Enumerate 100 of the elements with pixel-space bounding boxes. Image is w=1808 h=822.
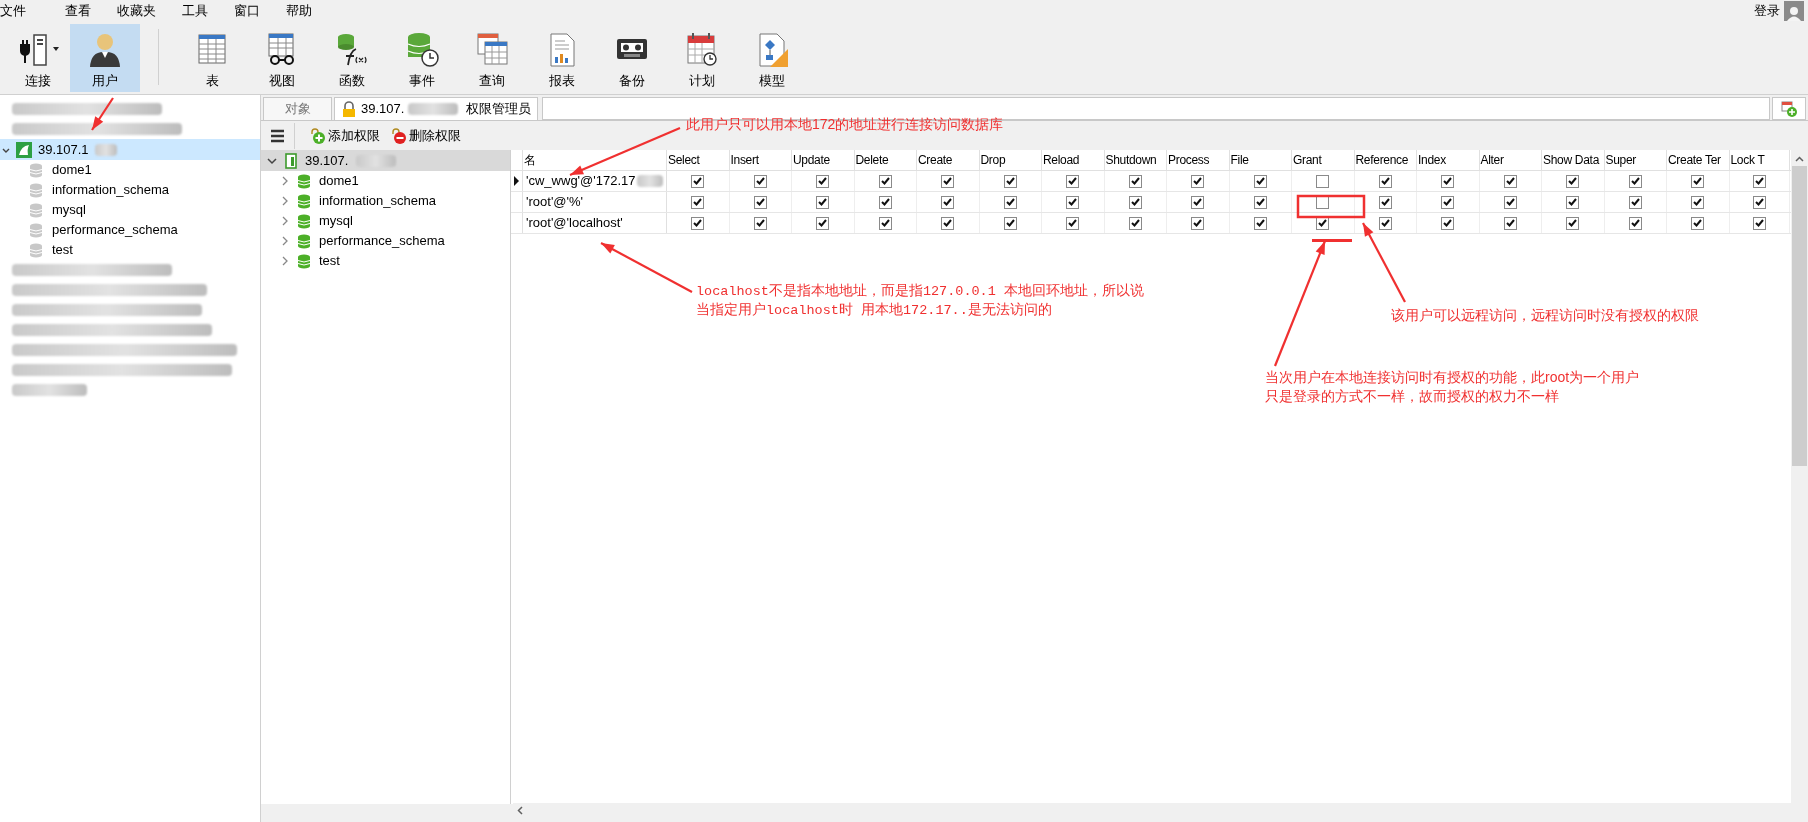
column-header[interactable]: Insert [729,150,792,170]
menu-item[interactable]: 文件 [0,1,26,21]
server-item[interactable]: 39.107. [261,150,510,171]
column-header[interactable]: Reload [1042,150,1105,170]
column-header[interactable]: Delete [854,150,917,170]
column-header[interactable]: Create Ter [1667,150,1730,170]
checkbox[interactable] [1441,216,1455,230]
column-header[interactable]: Select [667,150,730,170]
database-item[interactable]: information_schema [0,180,260,200]
checkbox[interactable] [1378,195,1392,209]
database-item[interactable]: test [0,240,260,260]
checkbox[interactable] [816,216,830,230]
checkbox[interactable] [1191,216,1205,230]
toolbar-button[interactable]: 表 [177,24,247,92]
database-item[interactable]: dome1 [0,160,260,180]
column-header[interactable]: Shutdown [1104,150,1167,170]
database-item[interactable]: performance_schema [0,220,260,240]
column-header[interactable]: Create [917,150,980,170]
user-cell[interactable]: 'root'@'localhost' [523,213,667,233]
checkbox[interactable] [941,195,955,209]
checkbox[interactable] [1316,174,1330,188]
checkbox[interactable] [1503,195,1517,209]
checkbox[interactable] [1628,174,1642,188]
toolbar-button[interactable]: 视图 [247,24,317,92]
database-item[interactable]: performance_schema [261,231,510,251]
checkbox[interactable] [1566,216,1580,230]
checkbox[interactable] [691,174,705,188]
checkbox[interactable] [1566,195,1580,209]
checkbox[interactable] [691,195,705,209]
scroll-up-icon[interactable] [1795,156,1804,162]
checkbox[interactable] [1378,216,1392,230]
toolbar-button[interactable]: 计划 [667,24,737,92]
checkbox[interactable] [1253,216,1267,230]
checkbox[interactable] [1066,216,1080,230]
column-header[interactable]: Drop [979,150,1042,170]
checkbox[interactable] [1503,216,1517,230]
toolbar-button[interactable]: 函数 [317,24,387,92]
checkbox[interactable] [1128,174,1142,188]
checkbox[interactable] [1752,216,1766,230]
connection-item[interactable]: 39.107.1 [0,139,260,160]
checkbox[interactable] [753,216,767,230]
add-table-button[interactable] [1772,97,1806,120]
add-privilege-button[interactable]: 添加权限 [309,125,380,146]
checkbox[interactable] [1691,216,1705,230]
column-header[interactable]: Lock T [1729,150,1790,170]
checkbox[interactable] [1003,216,1017,230]
checkbox[interactable] [1253,195,1267,209]
checkbox[interactable] [1003,195,1017,209]
checkbox[interactable] [878,216,892,230]
checkbox[interactable] [878,195,892,209]
column-header[interactable]: Alter [1479,150,1542,170]
menu-item[interactable]: 查看 [65,1,91,21]
login-link[interactable]: 登录 [1754,1,1780,21]
column-header[interactable]: Grant [1292,150,1355,170]
checkbox[interactable] [1752,195,1766,209]
toolbar-button[interactable]: 查询 [457,24,527,92]
menu-item[interactable]: 帮助 [286,1,312,21]
scroll-left-icon[interactable] [517,806,523,815]
column-header[interactable]: Index [1417,150,1480,170]
avatar-icon[interactable] [1784,1,1804,21]
toolbar-button[interactable]: 用户 [70,24,140,92]
checkbox[interactable] [1628,195,1642,209]
checkbox[interactable] [691,216,705,230]
checkbox[interactable] [1752,174,1766,188]
toolbar-button[interactable]: 备份 [597,24,667,92]
menu-item[interactable]: 窗口 [234,1,260,21]
user-cell[interactable]: 'root'@'%' [523,192,667,212]
database-item[interactable]: mysql [261,211,510,231]
checkbox[interactable] [1691,195,1705,209]
checkbox[interactable] [941,216,955,230]
checkbox[interactable] [1066,174,1080,188]
column-header[interactable]: File [1229,150,1292,170]
checkbox[interactable] [1441,195,1455,209]
checkbox[interactable] [816,195,830,209]
scrollbar-thumb[interactable] [1792,166,1807,466]
tab[interactable]: 39.107. 权限管理员 [334,97,539,120]
column-header[interactable]: Reference [1354,150,1417,170]
checkbox[interactable] [753,195,767,209]
toolbar-button[interactable]: 事件 [387,24,457,92]
column-header[interactable]: Update [792,150,855,170]
checkbox[interactable] [1066,195,1080,209]
checkbox[interactable] [1191,195,1205,209]
menu-item[interactable]: 收藏夹 [117,1,156,21]
toolbar-button[interactable]: 模型 [737,24,807,92]
checkbox[interactable] [1128,216,1142,230]
database-item[interactable]: test [261,251,510,271]
checkbox[interactable] [1503,174,1517,188]
column-header[interactable]: Super [1604,150,1667,170]
checkbox[interactable] [1628,216,1642,230]
checkbox[interactable] [1441,174,1455,188]
checkbox[interactable] [1691,174,1705,188]
menu-item[interactable]: 工具 [182,1,208,21]
column-header[interactable]: Show Data [1542,150,1605,170]
checkbox[interactable] [1003,174,1017,188]
database-item[interactable]: dome1 [261,171,510,191]
checkbox[interactable] [1378,174,1392,188]
checkbox[interactable] [753,174,767,188]
database-item[interactable]: information_schema [261,191,510,211]
database-item[interactable]: mysql [0,200,260,220]
checkbox[interactable] [1128,195,1142,209]
